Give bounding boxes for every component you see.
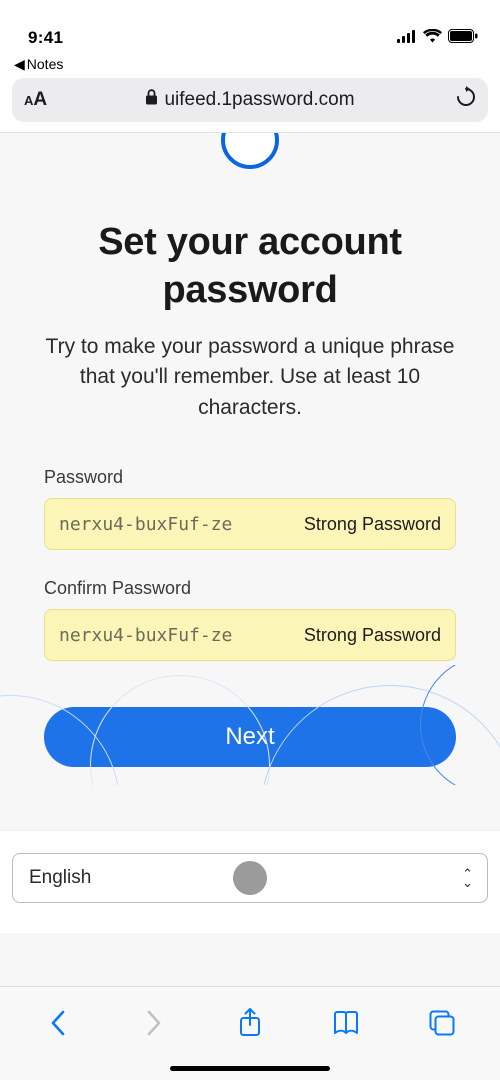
language-select[interactable]: English ⌃⌄ bbox=[12, 853, 488, 903]
nav-forward-button[interactable] bbox=[132, 1001, 176, 1045]
browser-toolbar bbox=[0, 986, 500, 1080]
nav-back-button[interactable] bbox=[36, 1001, 80, 1045]
password-field-group: Password nerxu4-buxFuf-ze Strong Passwor… bbox=[44, 467, 456, 550]
status-bar: 9:41 bbox=[0, 0, 500, 54]
select-stepper-icon: ⌃⌄ bbox=[462, 870, 473, 887]
cursor-indicator-icon bbox=[233, 861, 267, 895]
password-input[interactable]: nerxu4-buxFuf-ze Strong Password bbox=[44, 498, 456, 550]
tabs-button[interactable] bbox=[420, 1001, 464, 1045]
back-app-label: Notes bbox=[27, 56, 64, 72]
bookmarks-button[interactable] bbox=[324, 1001, 368, 1045]
brand-logo bbox=[221, 133, 279, 171]
confirm-password-field-group: Confirm Password nerxu4-buxFuf-ze Strong… bbox=[44, 578, 456, 661]
text-size-small-icon: A bbox=[24, 93, 33, 108]
password-strength-label: Strong Password bbox=[300, 514, 441, 535]
reload-button[interactable] bbox=[456, 86, 476, 114]
language-value: English bbox=[29, 867, 91, 889]
url-text: uifeed.1password.com bbox=[164, 89, 354, 111]
password-label: Password bbox=[44, 467, 456, 488]
wifi-icon bbox=[423, 29, 442, 48]
page-content: Set your account password Try to make yo… bbox=[0, 133, 500, 945]
next-button[interactable]: Next bbox=[44, 707, 456, 767]
page-subtitle: Try to make your password a unique phras… bbox=[44, 332, 456, 423]
address-bar[interactable]: AA uifeed.1password.com bbox=[12, 78, 488, 122]
status-icons bbox=[397, 29, 478, 48]
status-time: 9:41 bbox=[28, 28, 63, 48]
browser-chrome: AA uifeed.1password.com bbox=[0, 74, 500, 133]
share-button[interactable] bbox=[228, 1001, 272, 1045]
battery-icon bbox=[448, 29, 478, 48]
confirm-password-input[interactable]: nerxu4-buxFuf-ze Strong Password bbox=[44, 609, 456, 661]
back-chevron-icon: ◀ bbox=[14, 56, 25, 73]
home-indicator[interactable] bbox=[170, 1066, 330, 1071]
url-display: uifeed.1password.com bbox=[12, 89, 488, 111]
back-to-app[interactable]: ◀ Notes bbox=[0, 54, 500, 74]
reader-text-size[interactable]: AA bbox=[24, 89, 47, 111]
footer-zone: English ⌃⌄ bbox=[0, 830, 500, 933]
text-size-large-icon: A bbox=[33, 89, 47, 111]
confirm-password-value: nerxu4-buxFuf-ze bbox=[59, 625, 292, 646]
password-value: nerxu4-buxFuf-ze bbox=[59, 514, 292, 535]
page-title: Set your account password bbox=[44, 219, 456, 314]
confirm-password-strength-label: Strong Password bbox=[300, 625, 441, 646]
cellular-icon bbox=[397, 30, 417, 48]
lock-icon bbox=[145, 89, 158, 111]
confirm-password-label: Confirm Password bbox=[44, 578, 456, 599]
